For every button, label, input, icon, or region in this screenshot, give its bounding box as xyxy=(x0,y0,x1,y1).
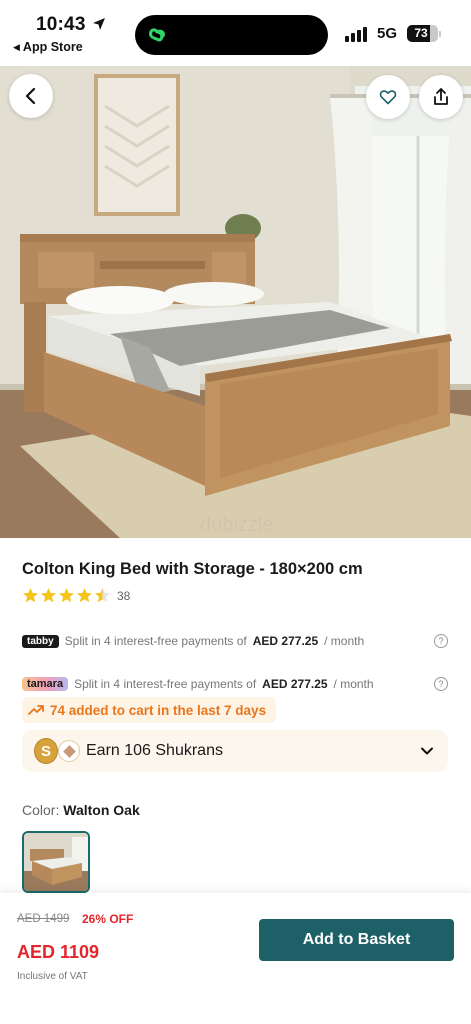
product-photo: dubizzle xyxy=(0,66,471,538)
svg-text:dubizzle: dubizzle xyxy=(200,514,273,536)
share-icon xyxy=(434,88,448,105)
vat-note: Inclusive of VAT xyxy=(17,971,88,982)
info-icon[interactable]: ? xyxy=(434,634,448,648)
tabby-logo: tabby xyxy=(22,634,59,648)
shukran-text: Earn 106 Shukrans xyxy=(86,742,223,759)
cart-badge-text: 74 added to cart in the last 7 days xyxy=(50,702,267,718)
rating-count: 38 xyxy=(117,588,131,603)
purchase-bar: AED 1499 26% OFF AED 1109 Inclusive of V… xyxy=(0,893,471,1024)
tamara-logo: tamara xyxy=(22,677,69,691)
tabby-text: Split in 4 interest-free payments of xyxy=(64,634,247,648)
diamond-icon xyxy=(58,740,80,762)
original-price: AED 1499 xyxy=(17,913,70,925)
cart-activity-badge: 74 added to cart in the last 7 days xyxy=(22,697,277,723)
trend-up-icon xyxy=(28,705,44,715)
status-time: 10:43 xyxy=(36,14,86,35)
discount-badge: 26% OFF xyxy=(82,912,134,926)
add-to-basket-button[interactable]: Add to Basket xyxy=(259,919,454,961)
product-rating[interactable]: 38 xyxy=(22,587,130,604)
back-to-app-store[interactable]: ◀ App Store xyxy=(13,40,83,54)
battery-percent: 73 xyxy=(414,26,428,40)
star-icon xyxy=(95,588,110,603)
tabby-payment-row[interactable]: tabby Split in 4 interest-free payments … xyxy=(22,631,450,651)
island-app-icon xyxy=(143,21,171,49)
back-chevron-icon xyxy=(25,87,36,105)
share-button[interactable] xyxy=(419,75,463,119)
star-icon xyxy=(41,588,56,603)
color-label-text: Color: xyxy=(22,802,60,818)
product-title: Colton King Bed with Storage - 180×200 c… xyxy=(22,560,363,578)
chevron-down-icon xyxy=(421,747,433,755)
tamara-suffix: / month xyxy=(333,677,374,691)
tabby-suffix: / month xyxy=(324,634,365,648)
color-label: Color: Walton Oak xyxy=(22,802,140,818)
dynamic-island xyxy=(135,15,328,55)
tabby-amount: AED 277.25 xyxy=(252,634,319,648)
info-icon[interactable]: ? xyxy=(434,677,448,691)
favorite-button[interactable] xyxy=(366,75,410,119)
star-icon xyxy=(77,588,92,603)
location-arrow-icon xyxy=(93,18,105,30)
heart-icon xyxy=(379,90,397,105)
color-value: Walton Oak xyxy=(63,802,140,818)
star-icon xyxy=(59,588,74,603)
swatch-thumbnail xyxy=(24,833,88,891)
network-type: 5G xyxy=(377,25,398,42)
status-bar: 10:43 ◀ App Store 5G 73 xyxy=(0,0,471,66)
rating-stars xyxy=(22,587,111,604)
tamara-payment-row[interactable]: tamara Split in 4 interest-free payments… xyxy=(22,674,450,694)
signal-icon xyxy=(345,26,371,42)
battery-icon: 73 xyxy=(407,25,438,42)
back-button[interactable] xyxy=(9,74,53,118)
tamara-text: Split in 4 interest-free payments of xyxy=(74,677,257,691)
back-app-label: App Store xyxy=(22,40,83,54)
shukran-rewards-row[interactable]: S Earn 106 Shukrans xyxy=(22,730,448,772)
color-swatch-walton-oak[interactable] xyxy=(22,831,90,893)
star-icon xyxy=(23,588,38,603)
product-image[interactable]: dubizzle xyxy=(0,66,471,538)
tamara-amount: AED 277.25 xyxy=(262,677,328,691)
sale-price: AED 1109 xyxy=(17,942,100,962)
shukran-coin-icon: S xyxy=(34,738,58,764)
